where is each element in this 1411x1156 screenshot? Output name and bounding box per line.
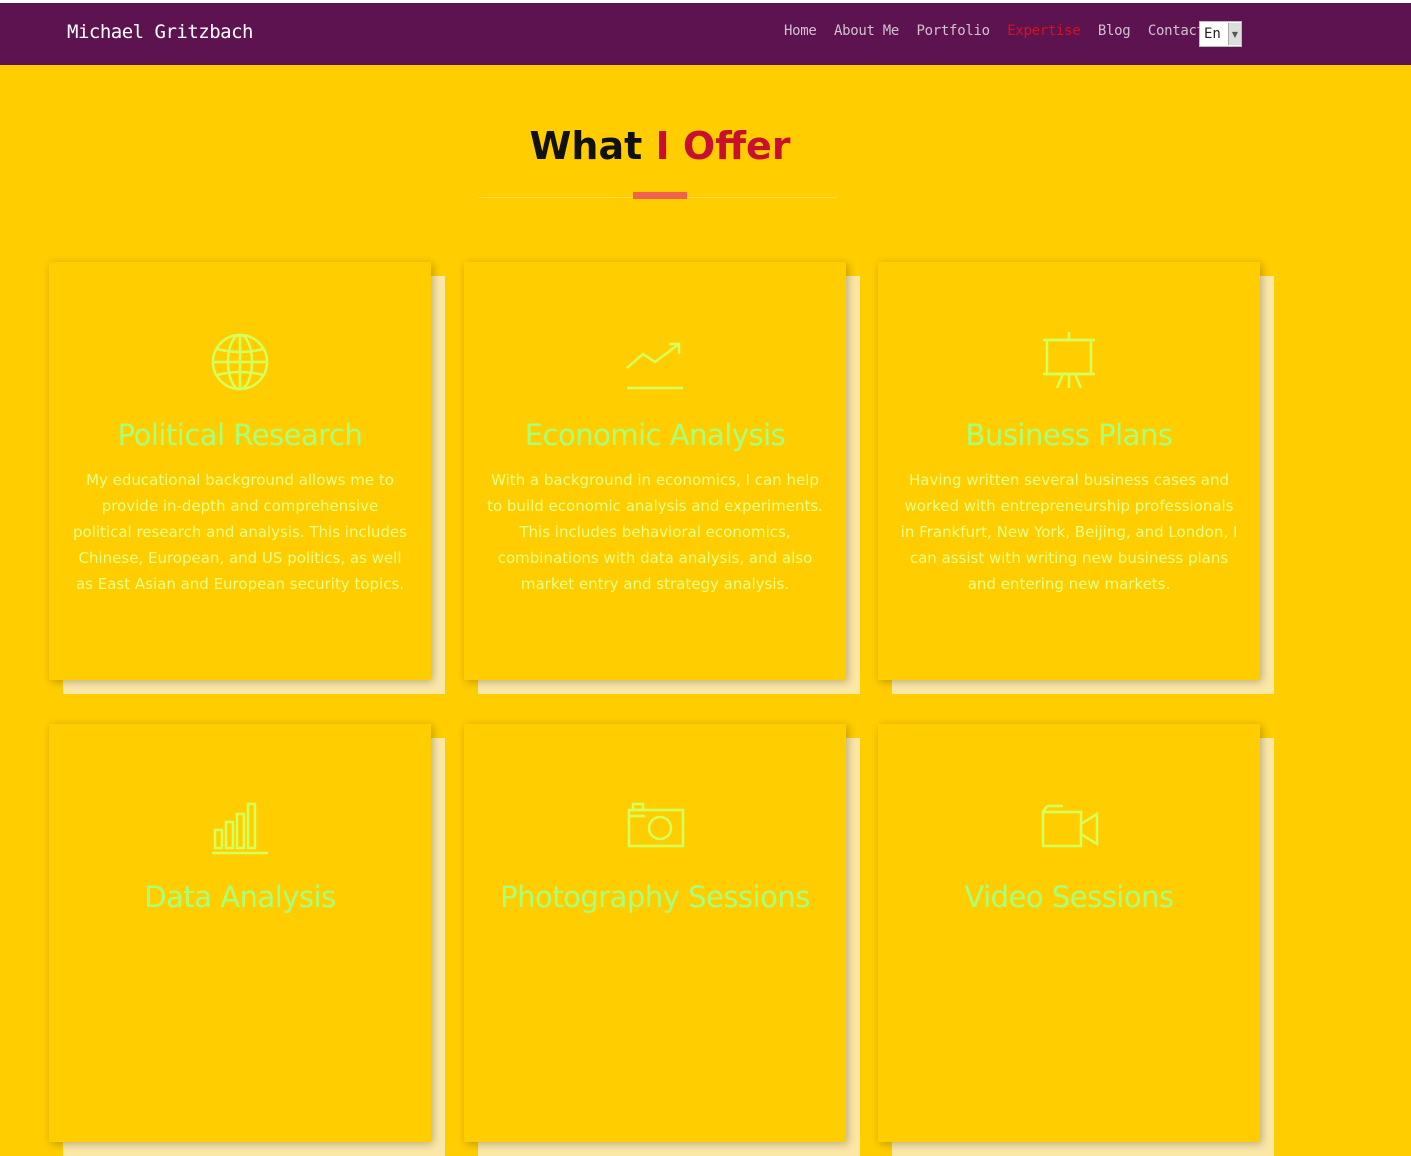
presentation-board-icon <box>1043 332 1095 389</box>
title-accent-bar <box>633 192 687 199</box>
card-description: Having written several business cases an… <box>900 471 1238 593</box>
card-body: Data Analysis <box>49 724 431 1142</box>
card-body: Photography Sessions <box>464 724 846 1142</box>
card-description: My educational background allows me to p… <box>73 471 407 593</box>
nav-home[interactable]: Home <box>784 23 817 39</box>
navbar: Michael Gritzbach Home About Me Portfoli… <box>0 3 1411 65</box>
section-title-part2: I Offer <box>655 124 791 168</box>
camera-icon <box>627 802 685 848</box>
card-body: Business Plans Having written several bu… <box>878 262 1260 680</box>
section-title: What I Offer <box>0 124 1320 168</box>
nav-contact[interactable]: Contact <box>1148 23 1205 39</box>
card-description: With a background in economics, I can he… <box>487 471 823 593</box>
trend-chart-icon <box>626 342 683 390</box>
card-body: Political Research My educational backgr… <box>49 262 431 680</box>
card-title: Political Research <box>117 418 363 452</box>
nav-about-me[interactable]: About Me <box>834 23 899 39</box>
section-title-part1: What <box>529 124 643 168</box>
brand-logo[interactable]: Michael Gritzbach <box>67 21 253 43</box>
nav-blog[interactable]: Blog <box>1098 23 1131 39</box>
bar-chart-icon <box>212 802 268 855</box>
card-body: Economic Analysis With a background in e… <box>464 262 846 680</box>
card-title: Photography Sessions <box>500 880 810 914</box>
video-camera-icon <box>1041 804 1099 848</box>
card-title: Data Analysis <box>144 880 336 914</box>
card-body: Video Sessions <box>878 724 1260 1142</box>
language-value: En <box>1204 26 1221 42</box>
card-title: Video Sessions <box>964 880 1174 914</box>
language-select[interactable]: En ▼ <box>1199 21 1242 47</box>
card-title: Business Plans <box>965 418 1173 452</box>
nav-expertise[interactable]: Expertise <box>1007 23 1080 39</box>
main-nav: Home About Me Portfolio Expertise Blog C… <box>784 23 1222 39</box>
card-title: Economic Analysis <box>524 418 786 452</box>
chevron-down-icon[interactable]: ▼ <box>1228 23 1241 45</box>
globe-icon <box>211 333 269 391</box>
nav-portfolio[interactable]: Portfolio <box>917 23 990 39</box>
